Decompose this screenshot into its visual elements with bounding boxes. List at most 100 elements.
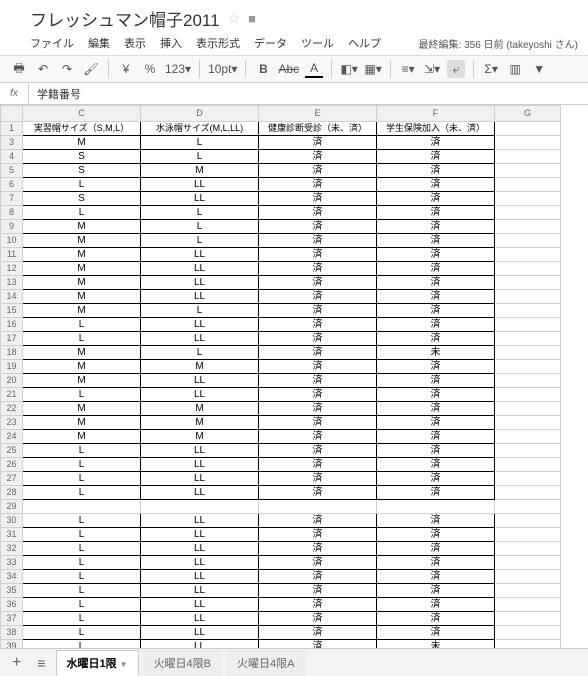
cell[interactable]: 済	[259, 318, 377, 332]
cell[interactable]: 済	[377, 416, 495, 430]
cell[interactable]: L	[141, 346, 259, 360]
cell[interactable]: 済	[259, 458, 377, 472]
cell[interactable]	[495, 542, 561, 556]
cell[interactable]: 済	[259, 514, 377, 528]
cell[interactable]	[495, 318, 561, 332]
row-header[interactable]: 19	[1, 360, 23, 374]
cell[interactable]: 済	[377, 178, 495, 192]
cell[interactable]	[495, 220, 561, 234]
cell[interactable]: 済	[377, 220, 495, 234]
cell[interactable]: LL	[141, 374, 259, 388]
star-icon[interactable]: ☆	[228, 10, 241, 27]
cell[interactable]: 済	[259, 234, 377, 248]
cell[interactable]: L	[23, 388, 141, 402]
redo-icon[interactable]: ↷	[58, 60, 76, 78]
chart-icon[interactable]: ▥	[506, 60, 524, 78]
menu-edit[interactable]: 編集	[88, 35, 110, 51]
cell[interactable]: 済	[377, 472, 495, 486]
cell[interactable]: LL	[141, 458, 259, 472]
cell[interactable]	[495, 528, 561, 542]
cell[interactable]: LL	[141, 612, 259, 626]
formula-bar-value[interactable]: 学籍番号	[29, 86, 81, 102]
cell[interactable]: L	[141, 234, 259, 248]
cell[interactable]	[495, 136, 561, 150]
cell[interactable]: LL	[141, 178, 259, 192]
cell[interactable]: LL	[141, 248, 259, 262]
cell[interactable]: L	[23, 640, 141, 649]
cell[interactable]	[495, 570, 561, 584]
cell[interactable]: 済	[259, 402, 377, 416]
cell[interactable]	[377, 500, 495, 514]
cell[interactable]: LL	[141, 472, 259, 486]
cell[interactable]: 済	[377, 430, 495, 444]
add-sheet-button[interactable]: +	[6, 654, 27, 672]
menu-format[interactable]: 表示形式	[196, 35, 240, 51]
cell[interactable]: M	[23, 290, 141, 304]
cell[interactable]: 済	[377, 318, 495, 332]
row-header[interactable]: 3	[1, 136, 23, 150]
row-header[interactable]: 8	[1, 206, 23, 220]
row-header[interactable]: 31	[1, 528, 23, 542]
col-header[interactable]: E	[259, 106, 377, 122]
cell[interactable]: M	[23, 262, 141, 276]
cell[interactable]: 済	[259, 584, 377, 598]
cell[interactable]	[495, 626, 561, 640]
row-header[interactable]: 15	[1, 304, 23, 318]
cell[interactable]: 済	[259, 136, 377, 150]
row-header[interactable]: 25	[1, 444, 23, 458]
menu-insert[interactable]: 挿入	[160, 35, 182, 51]
cell[interactable]: 済	[259, 640, 377, 649]
row-header[interactable]: 30	[1, 514, 23, 528]
cell[interactable]: 済	[377, 458, 495, 472]
row-header[interactable]: 20	[1, 374, 23, 388]
cell[interactable]	[495, 598, 561, 612]
cell[interactable]	[495, 290, 561, 304]
menu-help[interactable]: ヘルプ	[348, 35, 381, 51]
cell[interactable]	[495, 640, 561, 649]
cell[interactable]: 未	[377, 640, 495, 649]
cell[interactable]: 済	[377, 136, 495, 150]
cell[interactable]	[495, 332, 561, 346]
cell[interactable]: L	[23, 206, 141, 220]
cell[interactable]: LL	[141, 486, 259, 500]
cell[interactable]: 済	[259, 570, 377, 584]
cell[interactable]: M	[141, 164, 259, 178]
column-header-cell[interactable]: 学生保険加入（未、済）	[377, 122, 495, 136]
cell[interactable]: L	[23, 486, 141, 500]
row-header[interactable]: 38	[1, 626, 23, 640]
cell[interactable]: L	[23, 444, 141, 458]
cell[interactable]: M	[23, 304, 141, 318]
cell[interactable]: LL	[141, 262, 259, 276]
cell[interactable]	[495, 500, 561, 514]
col-header[interactable]: F	[377, 106, 495, 122]
cell[interactable]: 済	[259, 416, 377, 430]
cell[interactable]: 済	[377, 486, 495, 500]
row-header[interactable]: 33	[1, 556, 23, 570]
cell[interactable]: 済	[259, 150, 377, 164]
row-header[interactable]: 11	[1, 248, 23, 262]
cell[interactable]: LL	[141, 444, 259, 458]
cell[interactable]: 済	[259, 276, 377, 290]
cell[interactable]: 済	[259, 360, 377, 374]
cell[interactable]: LL	[141, 388, 259, 402]
cell[interactable]	[495, 304, 561, 318]
cell[interactable]: M	[23, 276, 141, 290]
cell[interactable]	[495, 164, 561, 178]
cell[interactable]: M	[23, 220, 141, 234]
currency-button[interactable]: ¥	[117, 60, 135, 78]
row-header[interactable]: 16	[1, 318, 23, 332]
cell[interactable]: L	[141, 206, 259, 220]
cell[interactable]: 済	[377, 556, 495, 570]
functions-icon[interactable]: Σ▾	[482, 60, 500, 78]
row-header[interactable]: 34	[1, 570, 23, 584]
row-header[interactable]: 26	[1, 458, 23, 472]
cell[interactable]	[495, 514, 561, 528]
row-header[interactable]: 6	[1, 178, 23, 192]
column-header-cell[interactable]: 実習帽サイズ（S,M,L）	[23, 122, 141, 136]
cell[interactable]: 済	[259, 556, 377, 570]
cell[interactable]: 済	[377, 584, 495, 598]
cell[interactable]	[495, 234, 561, 248]
cell[interactable]	[259, 500, 377, 514]
font-size-button[interactable]: 10pt▾	[208, 60, 237, 78]
cell[interactable]	[495, 472, 561, 486]
